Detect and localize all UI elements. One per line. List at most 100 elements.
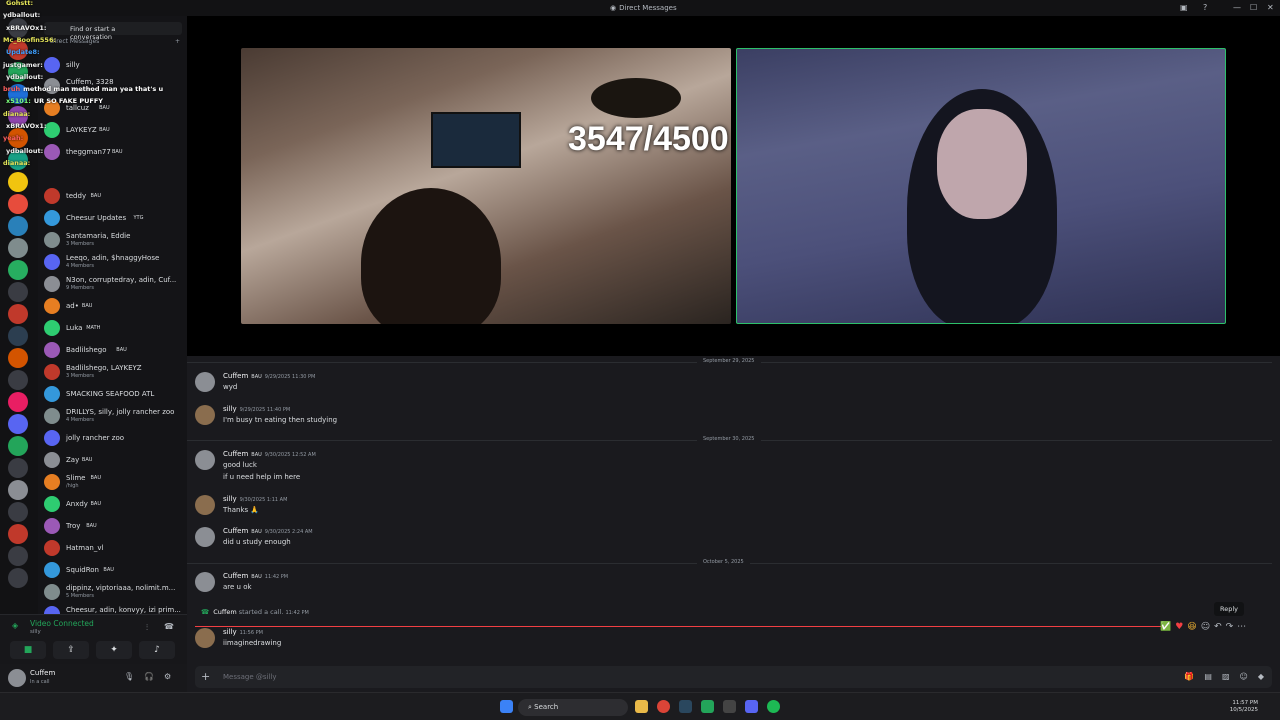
server-icon[interactable] [8,546,28,566]
server-icon[interactable] [8,106,28,126]
dm-item[interactable]: DRILLYS, silly, jolly rancher zoo 4 Membe… [44,406,184,426]
avatar[interactable] [195,527,215,547]
dm-item[interactable]: Cuffem, 3328 3 Members [44,76,184,96]
avatar[interactable] [195,372,215,392]
dm-item[interactable]: Badlilshego, LAYKEYZ 3 Members [44,362,184,382]
activity-button[interactable]: ✦ [96,641,132,659]
message-author[interactable]: silly [223,628,237,636]
server-icon[interactable] [8,128,28,148]
apps-icon[interactable]: ◆ [1258,672,1264,681]
forward-icon[interactable]: ↷ [1226,622,1234,632]
message-author[interactable]: Cuffem [223,572,248,580]
dm-item[interactable]: SMACKING SEAFOOD ATL [44,384,184,404]
dm-item[interactable]: Luka MATH [44,318,184,338]
message-author[interactable]: Cuffem [223,450,248,458]
dm-search-input[interactable]: Find or start a conversation [44,22,182,41]
dm-item[interactable]: ad• BAU [44,296,184,316]
spotify-icon[interactable] [767,700,780,713]
headphones-icon[interactable]: 🎧 [144,672,154,681]
server-icon[interactable] [8,458,28,478]
taskbar-search[interactable]: ⌕ Search [518,699,628,716]
chrome-icon[interactable] [657,700,670,713]
dm-item[interactable]: LAYKEYZ BAU [44,120,184,140]
message-composer[interactable]: + Message @silly 🎁 ▤ ▨ ☺ ◆ [195,666,1272,688]
inbox-icon[interactable]: ▣ [1180,3,1188,12]
dm-item[interactable]: N3on, corruptedray, adin, Cuf... 9 Member… [44,274,184,294]
noise-icon[interactable]: ⫶ [146,623,148,633]
help-icon[interactable]: ? [1203,3,1207,12]
close-button[interactable]: ✕ [1267,3,1274,12]
server-icon[interactable] [8,326,28,346]
server-icon[interactable] [8,216,28,236]
server-icon[interactable] [8,194,28,214]
screenshare-button[interactable]: ⇪ [53,641,89,659]
disconnect-icon[interactable]: ☎ [164,622,174,631]
server-icon[interactable] [8,480,28,500]
message-author[interactable]: Cuffem [223,527,248,535]
mic-icon[interactable]: 🎙 [124,672,134,681]
dm-item[interactable]: Zay BAU [44,450,184,470]
start-icon[interactable] [500,700,513,713]
dm-item[interactable]: SquidRon BAU [44,560,184,580]
message-author[interactable]: Cuffem [223,372,248,380]
dm-item[interactable]: Troy BAU [44,516,184,536]
voice-channel[interactable]: silly [30,629,41,635]
server-icon[interactable] [8,282,28,302]
dm-item[interactable]: theggman77 BAU [44,142,184,162]
dm-item[interactable]: Badlilshego BAU [44,340,184,360]
server-icon[interactable] [8,524,28,544]
server-icon[interactable] [8,414,28,434]
reply-icon[interactable]: ↶ [1214,622,1222,632]
gif-icon[interactable]: ▤ [1204,672,1212,681]
app-icon[interactable] [701,700,714,713]
avatar[interactable] [195,405,215,425]
dm-item[interactable]: Santamaria, Eddie 3 Members [44,230,184,250]
server-icon[interactable] [8,392,28,412]
server-icon[interactable] [8,304,28,324]
dm-item[interactable]: Anxdy BAU [44,494,184,514]
server-icon[interactable] [8,18,28,38]
dm-item[interactable]: Slime BAU/high [44,472,184,492]
video-tile-cuffem[interactable] [241,48,731,324]
discord-icon[interactable] [745,700,758,713]
user-name[interactable]: Cuffem [30,669,55,677]
message-author[interactable]: silly [223,405,237,413]
sticker-icon[interactable]: ▨ [1222,672,1230,681]
emoji-icon[interactable]: ☺ [1240,672,1248,681]
server-icon[interactable] [8,40,28,60]
add-dm-icon[interactable]: + [175,38,180,45]
dm-item[interactable]: tallcuz BAU [44,98,184,118]
server-icon[interactable] [8,172,28,192]
dm-item[interactable]: jolly rancher zoo [44,428,184,448]
settings-icon[interactable]: ⚙ [164,672,171,681]
soundboard-button[interactable]: ♪ [139,641,175,659]
gift-icon[interactable]: 🎁 [1184,672,1194,681]
avatar[interactable] [195,450,215,470]
add-reaction-icon[interactable]: ☺ [1201,622,1210,632]
explorer-icon[interactable] [635,700,648,713]
laugh-reaction-icon[interactable]: 😆 [1187,622,1196,632]
server-icon[interactable] [8,502,28,522]
server-icon[interactable] [8,84,28,104]
server-icon[interactable] [8,150,28,170]
attach-icon[interactable]: + [201,670,210,683]
server-icon[interactable] [8,62,28,82]
video-tile-silly[interactable] [736,48,1226,324]
server-icon[interactable] [8,436,28,456]
more-icon[interactable]: ⋯ [1237,622,1246,632]
camera-button[interactable]: ■ [10,641,46,659]
server-icon[interactable] [8,260,28,280]
steam-icon[interactable] [679,700,692,713]
dm-item[interactable]: teddy BAU [44,186,184,206]
dm-item[interactable]: Leeqo, adin, $hnaggyHose 4 Members [44,252,184,272]
server-icon[interactable] [8,370,28,390]
obs-icon[interactable] [723,700,736,713]
dm-item[interactable]: dippinz, viptoriaaa, nolimit.m... 5 Membe… [44,582,184,602]
avatar[interactable] [8,669,26,687]
check-reaction-icon[interactable]: ✅ [1160,622,1171,632]
maximize-button[interactable]: ☐ [1250,3,1257,12]
avatar[interactable] [195,628,215,648]
dm-item[interactable]: silly [44,55,184,75]
message-input[interactable]: Message @silly [223,673,277,681]
server-icon[interactable] [8,348,28,368]
